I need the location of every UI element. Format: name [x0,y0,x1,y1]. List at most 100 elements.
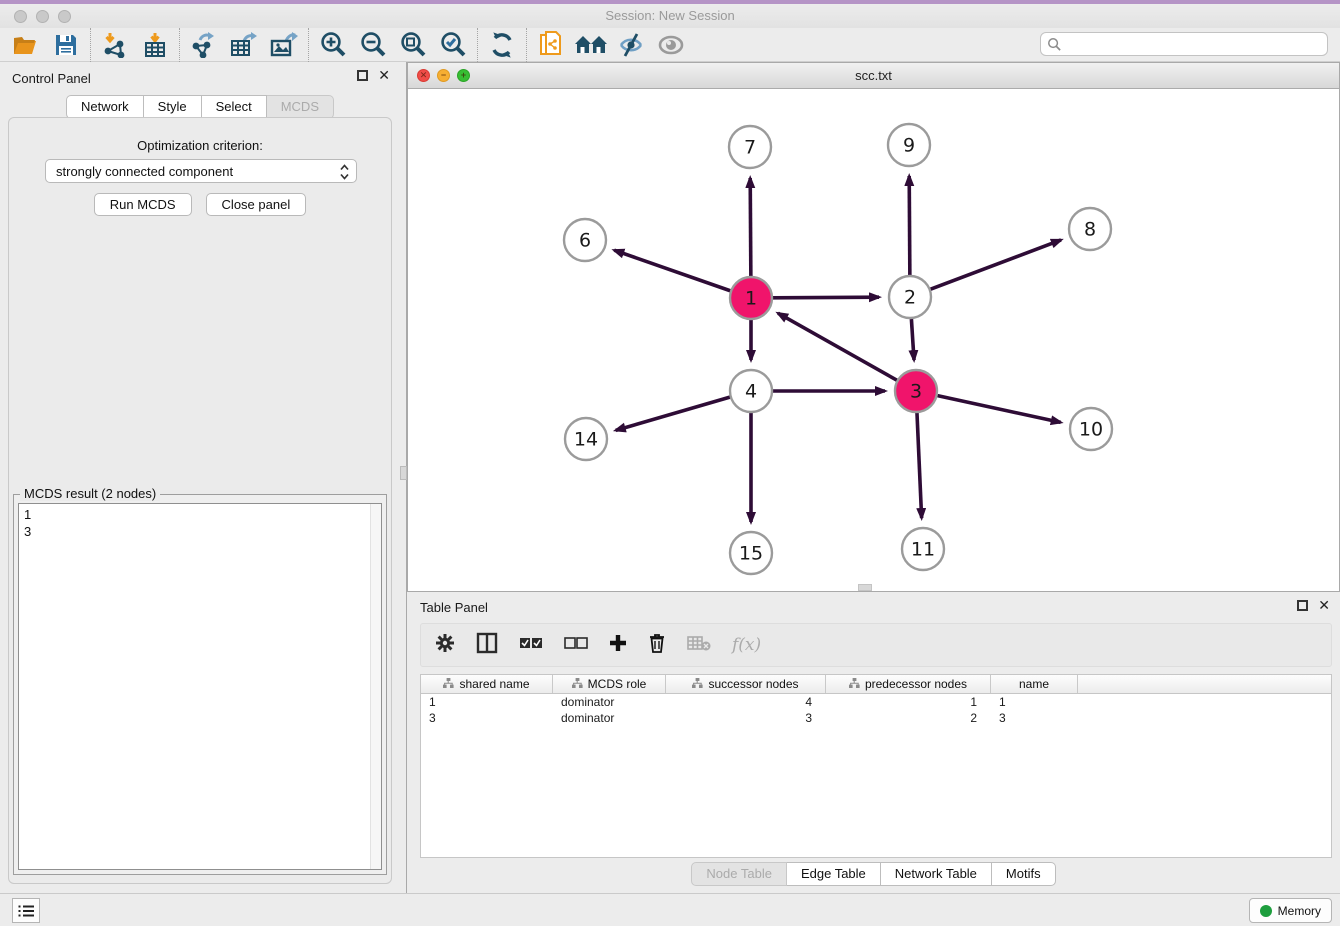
zoom-selected-icon[interactable] [433,30,473,60]
search-icon [1047,37,1062,52]
home-layout-icon[interactable] [571,30,611,60]
column-header-name[interactable]: name [991,675,1078,693]
export-table-icon[interactable] [224,30,264,60]
add-column-icon[interactable] [609,634,627,657]
application-window: Session: New Session [0,0,1340,926]
search-field[interactable] [1040,32,1328,56]
edge-3-1[interactable] [778,313,897,380]
network-window-titlebar[interactable]: ✕ − + scc.txt [408,63,1339,89]
cell-shared-name[interactable]: 3 [421,710,553,726]
edge-3-11[interactable] [917,413,922,518]
zoom-out-icon[interactable] [353,30,393,60]
table-settings-gear-icon[interactable] [435,633,455,658]
edge-4-14[interactable] [616,397,730,430]
hide-selected-icon[interactable] [611,30,651,60]
close-panel-icon[interactable]: ✕ [378,70,390,81]
tab-motifs[interactable]: Motifs [992,862,1056,886]
network-graph[interactable]: 7 9 6 8 1 2 4 3 14 10 15 11 [408,89,1339,591]
delete-column-icon[interactable] [648,633,666,658]
horizontal-splitter-grip[interactable] [858,584,872,591]
close-panel-button[interactable]: Close panel [206,193,307,216]
network-canvas[interactable]: 7 9 6 8 1 2 4 3 14 10 15 11 [408,89,1339,591]
vertical-splitter[interactable] [400,62,407,893]
deselect-all-icon[interactable] [564,636,588,655]
cell-predecessor-nodes[interactable]: 1 [826,694,991,710]
save-session-icon[interactable] [46,30,86,60]
tab-network[interactable]: Network [66,95,144,119]
table-row[interactable]: 1dominator411 [421,694,1331,710]
column-header-successor-nodes[interactable]: successor nodes [666,675,826,693]
edge-2-8[interactable] [931,240,1061,289]
float-table-panel-icon[interactable] [1297,600,1308,611]
tab-style[interactable]: Style [144,95,202,119]
memory-button[interactable]: Memory [1249,898,1332,923]
edge-2-3[interactable] [911,319,914,360]
search-input[interactable] [1062,34,1327,54]
edge-1-6[interactable] [614,250,730,291]
show-all-icon[interactable] [651,30,691,60]
graph-node-7[interactable]: 7 [729,126,771,168]
zoom-fit-icon[interactable] [393,30,433,60]
control-panel-title: Control Panel [12,71,91,86]
cell-shared-name[interactable]: 1 [421,694,553,710]
graph-node-11[interactable]: 11 [902,528,944,570]
graph-node-10[interactable]: 10 [1070,408,1112,450]
export-image-icon[interactable] [264,30,304,60]
node-label-9: 9 [903,135,915,157]
float-panel-icon[interactable] [357,70,368,81]
refresh-icon[interactable] [482,30,522,60]
graph-node-15[interactable]: 15 [730,532,772,574]
import-network-icon[interactable] [95,30,135,60]
graph-node-9[interactable]: 9 [888,124,930,166]
edge-1-2[interactable] [773,297,879,298]
edge-2-9[interactable] [909,176,910,275]
table-row[interactable]: 3dominator323 [421,710,1331,726]
import-table-icon[interactable] [135,30,175,60]
show-columns-icon[interactable] [476,632,498,659]
tab-node-table[interactable]: Node Table [691,862,787,886]
delete-table-icon[interactable] [687,635,711,656]
cell-MCDS-role[interactable]: dominator [553,694,666,710]
node-table[interactable]: shared nameMCDS rolesuccessor nodesprede… [420,674,1332,858]
splitter-grip[interactable] [400,466,407,480]
cell-name[interactable]: 3 [991,710,1078,726]
graph-node-1[interactable]: 1 [730,277,772,319]
criterion-select[interactable]: strongly connected component [45,159,357,183]
open-session-icon[interactable] [6,30,46,60]
run-mcds-button[interactable]: Run MCDS [94,193,192,216]
result-scrollbar[interactable] [370,504,381,869]
node-label-8: 8 [1084,219,1096,241]
cell-MCDS-role[interactable]: dominator [553,710,666,726]
graph-node-2[interactable]: 2 [889,276,931,318]
tab-select[interactable]: Select [202,95,267,119]
graph-node-4[interactable]: 4 [730,370,772,412]
graph-node-6[interactable]: 6 [564,219,606,261]
close-table-panel-icon[interactable]: ✕ [1318,600,1330,611]
main-titlebar[interactable]: Session: New Session [0,4,1340,28]
toolbar-separator [526,28,527,62]
copy-network-icon[interactable] [531,30,571,60]
tab-edge-table[interactable]: Edge Table [787,862,881,886]
cell-successor-nodes[interactable]: 4 [666,694,826,710]
graph-node-14[interactable]: 14 [565,418,607,460]
zoom-in-icon[interactable] [313,30,353,60]
cell-successor-nodes[interactable]: 3 [666,710,826,726]
column-label: name [1019,677,1049,691]
mcds-result-text[interactable]: 1 3 [18,503,382,870]
edge-3-10[interactable] [937,396,1060,423]
tab-network-table[interactable]: Network Table [881,862,992,886]
cell-predecessor-nodes[interactable]: 2 [826,710,991,726]
column-header-shared-name[interactable]: shared name [421,675,553,693]
tab-mcds[interactable]: MCDS [267,95,334,119]
table-toolbar: f(x) [420,623,1332,667]
column-header-MCDS-role[interactable]: MCDS role [553,675,666,693]
graph-node-3[interactable]: 3 [895,370,937,412]
export-network-icon[interactable] [184,30,224,60]
edge-1-7[interactable] [750,178,751,276]
graph-node-8[interactable]: 8 [1069,208,1111,250]
column-header-predecessor-nodes[interactable]: predecessor nodes [826,675,991,693]
cell-name[interactable]: 1 [991,694,1078,710]
select-all-icon[interactable] [519,636,543,655]
function-builder-icon[interactable]: f(x) [732,635,761,655]
task-history-button[interactable] [12,898,40,923]
